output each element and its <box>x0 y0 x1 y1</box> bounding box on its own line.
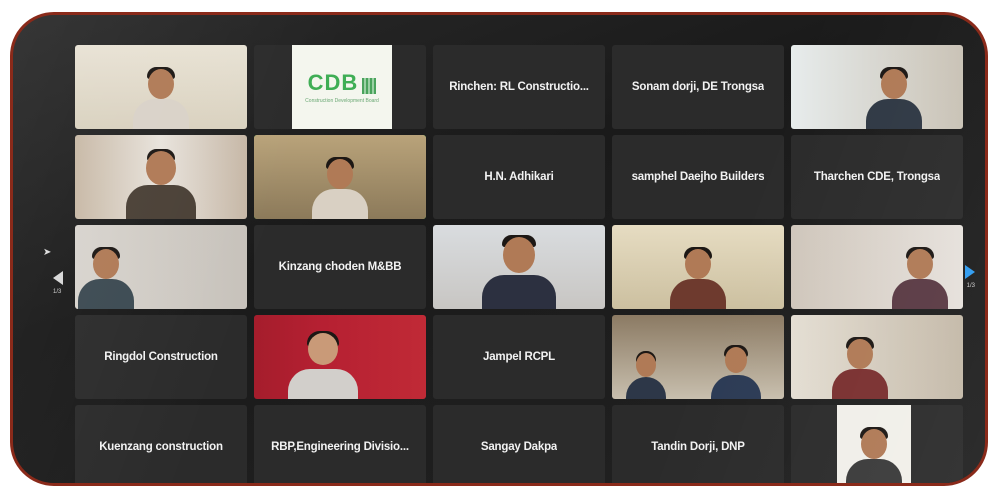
participant-name: Kinzang choden M&BB <box>278 261 402 273</box>
participant-tile-video[interactable] <box>612 225 784 309</box>
participant-name: Jampel RCPL <box>483 351 555 363</box>
participant-tile-video[interactable] <box>791 225 963 309</box>
participant-tile-name[interactable]: Kuenzang construction <box>75 405 247 483</box>
participant-name: Kuenzang construction <box>99 441 223 453</box>
participant-tile-logo[interactable]: CDB Construction Development Board <box>254 45 426 129</box>
participant-tile-name[interactable]: Sangay Dakpa <box>433 405 605 483</box>
participant-video <box>791 315 963 399</box>
cdb-logo-image: CDB Construction Development Board <box>292 45 392 129</box>
participant-name: Sangay Dakpa <box>480 441 558 453</box>
participant-tile-video[interactable] <box>791 45 963 129</box>
participant-video <box>612 225 784 309</box>
participant-tile-name[interactable]: Ringdol Construction <box>75 315 247 399</box>
participant-tile-video[interactable] <box>612 315 784 399</box>
participant-name: Rinchen: RL Constructio... <box>449 81 589 93</box>
participant-tile-video[interactable] <box>75 135 247 219</box>
cdb-logo-icon <box>362 77 377 94</box>
participant-video <box>791 405 963 483</box>
previous-page-arrow-icon[interactable] <box>53 271 63 285</box>
tablet-screen: ➤ 1/3 1/3 CDB Construction Development B… <box>10 12 988 486</box>
participant-name: Tandin Dorji, DNP <box>651 441 745 453</box>
participant-tile-video[interactable] <box>254 315 426 399</box>
page-indicator-left: 1/3 <box>53 289 62 295</box>
participant-tile-name[interactable]: Sonam dorji, DE Trongsa <box>612 45 784 129</box>
participant-name: H.N. Adhikari <box>484 171 554 183</box>
participant-video <box>612 315 784 399</box>
participant-tile-name[interactable]: samphel Daejho Builders <box>612 135 784 219</box>
participant-tile-name[interactable]: Kinzang choden M&BB <box>254 225 426 309</box>
page-indicator-right: 1/3 <box>966 283 975 289</box>
participant-tile-name[interactable]: Rinchen: RL Constructio... <box>433 45 605 129</box>
participant-tile-video[interactable] <box>791 315 963 399</box>
participant-video <box>254 135 426 219</box>
participant-name: samphel Daejho Builders <box>631 171 765 183</box>
participant-tile-video[interactable] <box>433 225 605 309</box>
participant-tile-name[interactable]: Tandin Dorji, DNP <box>612 405 784 483</box>
participant-video <box>75 45 247 129</box>
participant-tile-video[interactable] <box>791 405 963 483</box>
gallery-view-grid: CDB Construction Development Board Rinch… <box>75 45 965 483</box>
participant-name: Ringdol Construction <box>104 351 218 363</box>
mouse-pointer-icon: ➤ <box>43 247 52 258</box>
participant-name: Sonam dorji, DE Trongsa <box>631 81 765 93</box>
participant-video <box>254 315 426 399</box>
next-page-arrow-icon[interactable] <box>965 265 975 279</box>
participant-video <box>75 135 247 219</box>
participant-tile-name[interactable]: Jampel RCPL <box>433 315 605 399</box>
participant-tile-video[interactable] <box>75 45 247 129</box>
portrait-frame <box>837 405 911 483</box>
participant-tile-name[interactable]: RBP,Engineering Divisio... <box>254 405 426 483</box>
participant-tile-name[interactable]: H.N. Adhikari <box>433 135 605 219</box>
participant-video <box>791 225 963 309</box>
participant-name: Tharchen CDE, Trongsa <box>813 171 941 183</box>
participant-video <box>75 225 247 309</box>
participant-video <box>791 45 963 129</box>
participant-tile-video-active-speaker[interactable] <box>254 135 426 219</box>
participant-tile-video[interactable] <box>75 225 247 309</box>
participant-name: RBP,Engineering Divisio... <box>271 441 409 453</box>
participant-tile-name[interactable]: Tharchen CDE, Trongsa <box>791 135 963 219</box>
participant-video <box>433 225 605 309</box>
